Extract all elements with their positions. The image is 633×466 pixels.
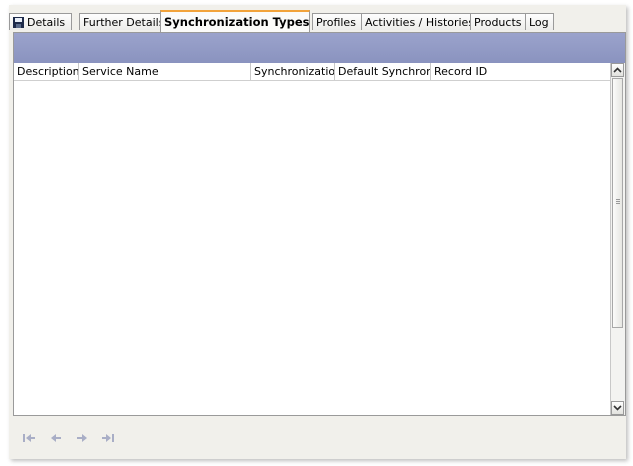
grid-header: Description Service Name Synchronization… <box>14 63 611 81</box>
save-icon <box>13 17 24 28</box>
first-record-icon[interactable] <box>21 432 37 446</box>
next-record-icon[interactable] <box>74 432 90 446</box>
tab-synchronization-types[interactable]: Synchronization Types <box>160 10 310 32</box>
tab-details-label: Details <box>27 16 66 29</box>
vertical-scrollbar[interactable] <box>610 63 625 415</box>
tab-activities-histories[interactable]: Activities / Histories <box>361 13 474 30</box>
grid-body[interactable] <box>14 81 611 415</box>
tab-profiles-label: Profiles <box>316 16 356 29</box>
column-header-synchronization[interactable]: Synchronization <box>251 63 335 80</box>
column-header-default-synchroniz[interactable]: Default Synchroniz <box>335 63 431 80</box>
scrollbar-thumb[interactable] <box>612 78 623 328</box>
tab-synchronization-types-label: Synchronization Types <box>164 15 310 29</box>
tab-further-details-label: Further Details <box>83 16 165 29</box>
tab-log-label: Log <box>529 16 549 29</box>
content-panel: Description Service Name Synchronization… <box>13 32 626 416</box>
previous-record-icon[interactable] <box>48 432 64 446</box>
column-header-description[interactable]: Description <box>14 63 79 80</box>
tab-further-details[interactable]: Further Details <box>79 13 165 30</box>
column-header-service-name[interactable]: Service Name <box>79 63 251 80</box>
tab-products-label: Products <box>474 16 522 29</box>
tab-profiles[interactable]: Profiles <box>312 13 364 30</box>
tab-activities-histories-label: Activities / Histories <box>365 16 475 29</box>
toolbar-band <box>14 33 625 63</box>
chevron-up-icon[interactable] <box>611 63 624 77</box>
tab-products[interactable]: Products <box>470 13 527 30</box>
last-record-icon[interactable] <box>100 432 116 446</box>
chevron-down-icon[interactable] <box>611 401 624 415</box>
tab-details[interactable]: Details <box>9 13 72 30</box>
tab-log[interactable]: Log <box>525 13 554 30</box>
column-header-record-id[interactable]: Record ID <box>431 63 612 80</box>
